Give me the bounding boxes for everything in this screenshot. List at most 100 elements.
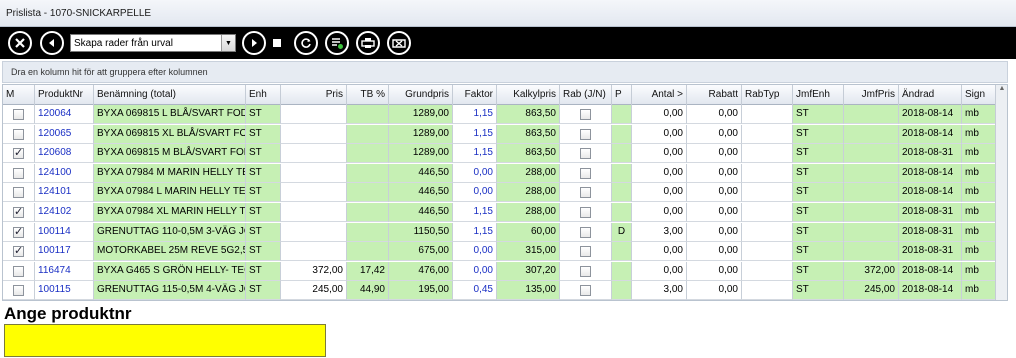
column-header-jmfpris[interactable]: JmfPris (844, 85, 899, 105)
cell-nr[interactable]: 120065 (35, 124, 94, 144)
column-header-nr[interactable]: ProduktNr (35, 85, 94, 105)
cell-enh: ST (246, 242, 281, 262)
table-row[interactable]: 116474 BYXA G465 S GRÖN HELLY- TECH ST 372,… (3, 261, 1007, 281)
column-header-antal[interactable]: Antal > (632, 85, 687, 105)
table-row[interactable]: 100117MOTORKABEL 25M REVE 5G2,5 16AST675… (3, 242, 1007, 262)
column-header-pris[interactable]: Pris (281, 85, 347, 105)
print-icon[interactable] (356, 31, 380, 55)
cell-nr[interactable]: 116474 (35, 261, 94, 281)
list-settings-icon[interactable] (325, 31, 349, 55)
cell-rab (560, 163, 612, 183)
cell-nr[interactable]: 100114 (35, 222, 94, 242)
rab-checkbox[interactable] (580, 148, 591, 160)
stop-icon[interactable] (273, 39, 281, 47)
grouping-panel[interactable]: Dra en kolumn hit för att gruppera efter… (2, 61, 1008, 83)
cell-nr[interactable]: 124102 (35, 203, 94, 222)
action-select[interactable]: Skapa rader från urval ▼ (70, 34, 236, 52)
cell-kalkyl: 863,50 (497, 105, 560, 124)
cell-antal: 0,00 (632, 105, 687, 124)
cell-kalkyl: 288,00 (497, 183, 560, 203)
column-header-faktor[interactable]: Faktor (453, 85, 497, 105)
chevron-down-icon[interactable]: ▼ (221, 35, 235, 51)
cell-tb (347, 183, 389, 203)
cell-nr[interactable]: 100115 (35, 281, 94, 300)
table-row[interactable]: 120608BYXA 069815 M BLÅ/SVART FODRADST12… (3, 144, 1007, 164)
cell-antal: 0,00 (632, 242, 687, 262)
rab-checkbox[interactable] (580, 109, 591, 120)
mark-checkbox[interactable] (13, 225, 24, 238)
cell-andrad: 2018-08-31 (899, 242, 962, 262)
product-number-input[interactable] (4, 324, 326, 357)
cell-rabtyp (742, 242, 793, 262)
cell-sign: mb (962, 281, 996, 300)
cell-nr[interactable]: 124101 (35, 183, 94, 203)
rab-checkbox[interactable] (580, 187, 591, 199)
rab-checkbox[interactable] (580, 226, 591, 238)
table-row[interactable]: 100115GRENUTTAG 115-0,5M 4-VÄG JORDST245… (3, 281, 1007, 300)
back-arrow-icon[interactable] (40, 31, 64, 55)
cell-nr[interactable]: 120064 (35, 105, 94, 124)
close-circle-icon[interactable] (8, 31, 32, 55)
rab-checkbox[interactable] (580, 246, 591, 258)
mark-checkbox[interactable] (13, 244, 24, 258)
cell-pris (281, 203, 347, 222)
cell-grund: 1289,00 (389, 144, 453, 164)
cell-antal: 0,00 (632, 163, 687, 183)
cell-faktor: 1,15 (453, 105, 497, 124)
mark-checkbox[interactable] (13, 167, 24, 179)
column-header-grund[interactable]: Grundpris (389, 85, 453, 105)
refresh-icon[interactable] (294, 31, 318, 55)
cell-andrad: 2018-08-14 (899, 281, 962, 300)
mark-checkbox[interactable] (13, 285, 24, 297)
eraser-icon[interactable] (387, 31, 411, 55)
mark-checkbox[interactable] (13, 205, 24, 218)
mark-checkbox[interactable] (13, 109, 24, 120)
column-header-sign[interactable]: Sign (962, 85, 996, 105)
cell-name: GRENUTTAG 115-0,5M 4-VÄG JORD (94, 281, 246, 300)
play-icon[interactable] (242, 31, 266, 55)
rab-checkbox[interactable] (580, 285, 591, 297)
cell-nr[interactable]: 100117 (35, 242, 94, 262)
cell-name: GRENUTTAG 110-0,5M 3-VÄG JORD (94, 222, 246, 242)
rab-checkbox[interactable] (580, 128, 591, 140)
table-row[interactable]: 100114GRENUTTAG 110-0,5M 3-VÄG JORDST115… (3, 222, 1007, 242)
column-header-p[interactable]: P (612, 85, 632, 105)
column-header-rab[interactable]: Rab (J/N) (560, 85, 612, 105)
vertical-scrollbar[interactable]: ▲ (995, 85, 1007, 300)
mark-checkbox[interactable] (13, 187, 24, 199)
grouping-hint: Dra en kolumn hit för att gruppera efter… (11, 67, 208, 77)
cell-tb (347, 203, 389, 222)
rab-checkbox[interactable] (580, 207, 591, 218)
product-number-label: Ange produktnr (4, 304, 132, 323)
cell-sign: mb (962, 105, 996, 124)
table-row[interactable]: 120064BYXA 069815 L BLÅ/SVART FODRADST12… (3, 105, 1007, 124)
cell-antal: 0,00 (632, 144, 687, 164)
table-row[interactable]: 120065BYXA 069815 XL BLÅ/SVART FODRADST1… (3, 124, 1007, 144)
mark-checkbox[interactable] (13, 265, 24, 277)
rab-checkbox[interactable] (580, 167, 591, 179)
column-header-kalkyl[interactable]: Kalkylpris (497, 85, 560, 105)
column-header-name[interactable]: Benämning (total) (94, 85, 246, 105)
column-header-rabtyp[interactable]: RabTyp (742, 85, 793, 105)
mark-checkbox[interactable] (13, 128, 24, 140)
column-header-enh[interactable]: Enh (246, 85, 281, 105)
rab-checkbox[interactable] (580, 265, 591, 277)
column-header-m[interactable]: M (3, 85, 35, 105)
cell-nr[interactable]: 124100 (35, 163, 94, 183)
scroll-up-icon[interactable]: ▲ (996, 85, 1007, 97)
mark-checkbox[interactable] (13, 146, 24, 160)
table-row[interactable]: 124102BYXA 07984 XL MARIN HELLY TECHST44… (3, 203, 1007, 222)
cell-antal: 0,00 (632, 124, 687, 144)
cell-faktor: 0,00 (453, 163, 497, 183)
cell-jmfenh: ST (793, 222, 844, 242)
column-header-jmfenh[interactable]: JmfEnh (793, 85, 844, 105)
table-row[interactable]: 124101 BYXA 07984 L MARIN HELLY TECH ST 446… (3, 183, 1007, 203)
column-header-tb[interactable]: TB % (347, 85, 389, 105)
cell-faktor: 0,00 (453, 183, 497, 203)
column-header-rabatt[interactable]: Rabatt (687, 85, 742, 105)
table-row[interactable]: 124100BYXA 07984 M MARIN HELLY TECHST446… (3, 163, 1007, 183)
cell-nr[interactable]: 120608 (35, 144, 94, 164)
cell-m (3, 144, 35, 164)
column-header-andrad[interactable]: Ändrad (899, 85, 962, 105)
cell-m (3, 261, 35, 281)
